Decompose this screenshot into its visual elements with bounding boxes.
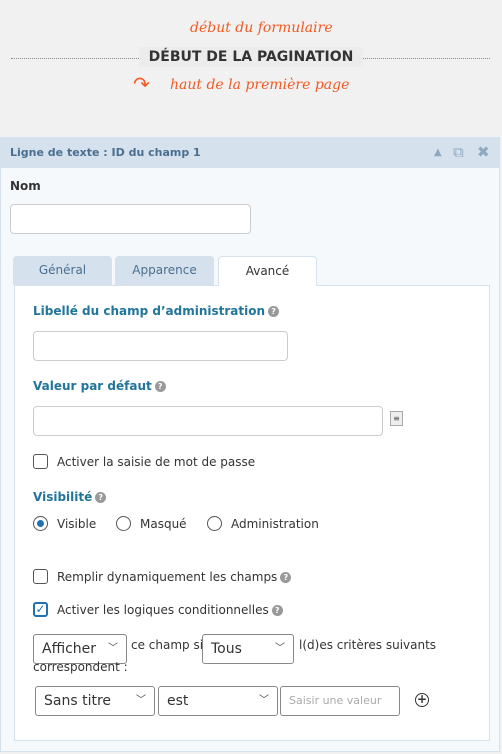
- default-value-text: Valeur par défaut: [33, 379, 152, 393]
- radio-visible[interactable]: [33, 516, 48, 531]
- conditional-label-text: Activer les logiques conditionnelles: [57, 603, 269, 617]
- rule-operator-value: est: [167, 693, 189, 709]
- admin-label-input[interactable]: [33, 331, 288, 361]
- action-value: Afficher: [42, 641, 97, 657]
- conditional-checkbox[interactable]: ✓: [33, 602, 48, 617]
- conditional-text-2: l(d)es critères suivants: [299, 638, 437, 652]
- conditional-text-1: ce champ si: [131, 638, 204, 652]
- collapse-up-icon[interactable]: ▲: [434, 147, 442, 158]
- rule-field-value: Sans titre: [44, 693, 112, 709]
- conditional-label: Activer les logiques conditionnelles?: [57, 603, 283, 617]
- divider: [363, 58, 490, 59]
- panel-title: Ligne de texte : ID du champ 1: [10, 146, 201, 159]
- add-rule-icon[interactable]: +: [415, 693, 429, 707]
- rule-value-placeholder: Saisir une valeur: [289, 694, 382, 707]
- rule-value-input[interactable]: Saisir une valeur: [280, 686, 400, 716]
- match-value: Tous: [211, 641, 242, 657]
- rule-operator-select[interactable]: est ﹀: [158, 686, 278, 716]
- help-icon[interactable]: ?: [280, 572, 292, 583]
- password-label: Activer la saisie de mot de passe: [57, 455, 256, 469]
- tab-general[interactable]: Général: [13, 256, 112, 285]
- pagination-title: DÉBUT DE LA PAGINATION: [139, 47, 363, 67]
- merge-tags-icon[interactable]: ≡: [390, 411, 403, 426]
- panel-header[interactable]: Ligne de texte : ID du champ 1 ▲ ⧉ ✖: [1, 138, 499, 168]
- radio-admin[interactable]: [207, 516, 222, 531]
- radio-hidden[interactable]: [116, 516, 131, 531]
- radio-hidden-label: Masqué: [140, 517, 187, 531]
- dynamic-label-text: Remplir dynamiquement les champs: [57, 570, 278, 584]
- admin-label-text: Libellé du champ d’administration: [33, 304, 266, 318]
- delete-icon[interactable]: ✖: [477, 143, 490, 161]
- field-panel: Ligne de texte : ID du champ 1 ▲ ⧉ ✖ Nom…: [0, 137, 500, 752]
- annotation-form-start: début du formulaire: [190, 20, 333, 36]
- name-input[interactable]: [10, 204, 251, 234]
- visibility-title: Visibilité?: [33, 490, 107, 504]
- help-icon[interactable]: ?: [268, 306, 280, 317]
- duplicate-icon[interactable]: ⧉: [453, 143, 464, 161]
- help-icon[interactable]: ?: [154, 381, 166, 392]
- rule-field-select[interactable]: Sans titre ﹀: [35, 686, 155, 716]
- divider: [11, 58, 139, 59]
- default-value-input[interactable]: [33, 406, 383, 436]
- password-checkbox[interactable]: [33, 454, 48, 469]
- conditional-text-3: correspondent :: [33, 660, 128, 674]
- help-icon[interactable]: ?: [271, 605, 283, 616]
- help-icon[interactable]: ?: [95, 492, 107, 503]
- tab-content: Libellé du champ d’administration? Valeu…: [14, 285, 490, 741]
- chevron-down-icon: ﹀: [259, 695, 269, 706]
- dynamic-label: Remplir dynamiquement les champs?: [57, 570, 292, 584]
- visibility-text: Visibilité: [33, 490, 93, 504]
- chevron-down-icon: ﹀: [108, 643, 118, 654]
- admin-label-title: Libellé du champ d’administration?: [33, 304, 280, 318]
- default-value-title: Valeur par défaut?: [33, 379, 166, 393]
- curved-arrow-icon: ↷: [133, 72, 150, 96]
- chevron-down-icon: ﹀: [275, 643, 285, 654]
- match-select[interactable]: Tous ﹀: [202, 634, 294, 664]
- annotation-first-page: haut de la première page: [170, 77, 350, 93]
- dynamic-checkbox[interactable]: [33, 569, 48, 584]
- chevron-down-icon: ﹀: [136, 695, 146, 706]
- tab-advanced[interactable]: Avancé: [218, 256, 317, 286]
- tab-appearance[interactable]: Apparence: [115, 256, 214, 285]
- radio-admin-label: Administration: [231, 517, 319, 531]
- name-label: Nom: [10, 179, 41, 193]
- radio-visible-label: Visible: [57, 517, 97, 531]
